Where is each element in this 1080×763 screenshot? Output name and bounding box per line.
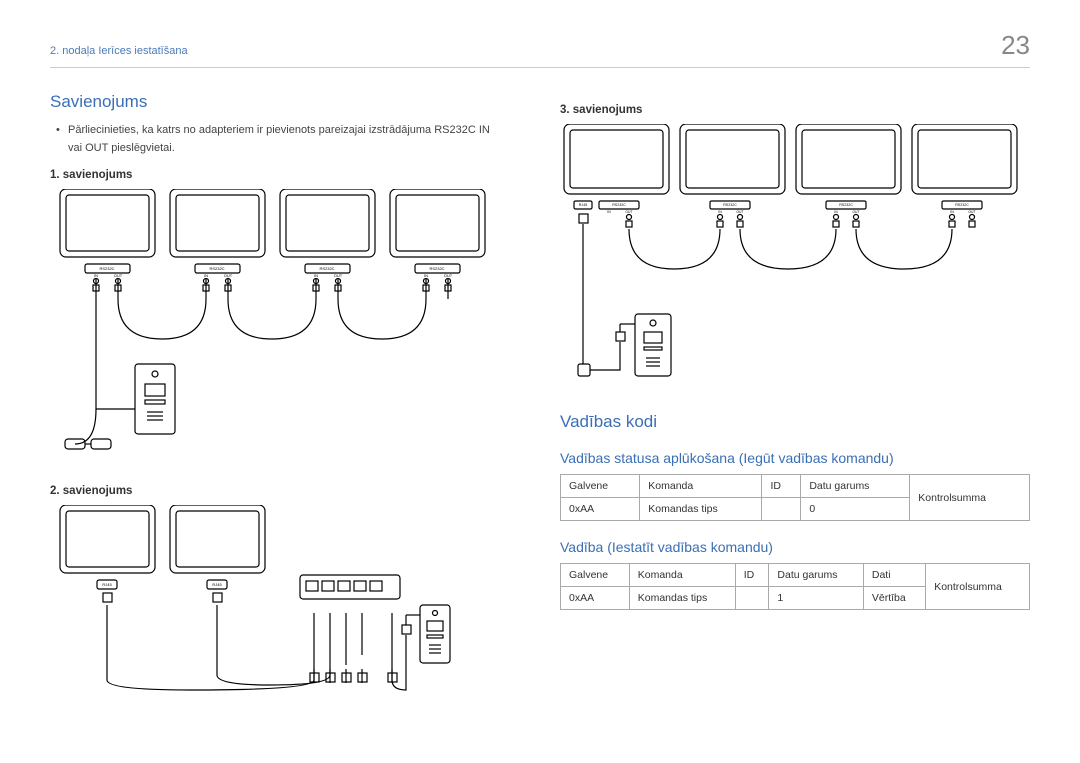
svg-text:OUT: OUT — [736, 210, 743, 214]
right-column: 3. savienojums RJ45 RS232C IN OUT — [560, 92, 1030, 711]
cell: Komanda — [629, 564, 735, 587]
svg-text:OUT: OUT — [224, 273, 233, 278]
cell: 1 — [769, 587, 863, 610]
connection-2-diagram: RJ45 RJ45 — [50, 505, 500, 695]
section-savienojums: Savienojums — [50, 92, 500, 112]
left-column: Savienojums Pārliecinieties, ka katrs no… — [50, 92, 500, 711]
svg-text:IN: IN — [94, 273, 98, 278]
svg-text:RJ45: RJ45 — [212, 582, 222, 587]
page-header: 2. nodaļa Ierīces iestatīšana 23 — [50, 30, 1030, 68]
svg-text:RS232C: RS232C — [429, 266, 444, 271]
cell — [735, 587, 769, 610]
connection-3-diagram: RJ45 RS232C IN OUT RS232C IN OUT — [560, 124, 1030, 394]
cell — [762, 498, 801, 521]
svg-text:IN: IN — [424, 273, 428, 278]
cell: 0xAA — [561, 587, 630, 610]
svg-text:RS232C: RS232C — [319, 266, 334, 271]
cell: ID — [735, 564, 769, 587]
cell: Komanda — [640, 475, 762, 498]
cell: 0xAA — [561, 498, 640, 521]
table-row: Galvene Komanda ID Datu garums Kontrolsu… — [561, 475, 1030, 498]
instruction-bullet: Pārliecinieties, ka katrs no adapteriem … — [50, 122, 500, 157]
svg-text:IN: IN — [834, 210, 838, 214]
svg-text:IN: IN — [950, 210, 954, 214]
subsection-set-command: Vadība (Iestatīt vadības komandu) — [560, 539, 1030, 555]
svg-text:IN: IN — [204, 273, 208, 278]
cell: Datu garums — [769, 564, 863, 587]
cell: Galvene — [561, 564, 630, 587]
cell: Kontrolsumma — [910, 475, 1030, 521]
subsection-get-command: Vadības statusa aplūkošana (Iegūt vadība… — [560, 450, 1030, 466]
cell: Galvene — [561, 475, 640, 498]
svg-text:RS232C: RS232C — [99, 266, 114, 271]
cell: Dati — [863, 564, 925, 587]
cell: ID — [762, 475, 801, 498]
svg-text:OUT: OUT — [852, 210, 859, 214]
cell: Komandas tips — [640, 498, 762, 521]
svg-text:IN: IN — [718, 210, 722, 214]
svg-text:IN: IN — [607, 210, 611, 214]
svg-text:OUT: OUT — [334, 273, 343, 278]
svg-text:RS232C: RS232C — [839, 203, 853, 207]
svg-text:OUT: OUT — [968, 210, 975, 214]
cell: 0 — [801, 498, 910, 521]
svg-text:RJ45: RJ45 — [102, 582, 112, 587]
svg-text:RS232C: RS232C — [723, 203, 737, 207]
svg-text:RJ45: RJ45 — [579, 203, 587, 207]
connection-1-label: 1. savienojums — [50, 169, 500, 181]
connection-1-diagram: RS232C IN OUT RS232C IN OUT — [50, 189, 500, 469]
table-get-command: Galvene Komanda ID Datu garums Kontrolsu… — [560, 474, 1030, 521]
cell: Kontrolsumma — [926, 564, 1030, 610]
svg-text:RS232C: RS232C — [612, 203, 626, 207]
table-set-command: Galvene Komanda ID Datu garums Dati Kont… — [560, 563, 1030, 610]
page-number: 23 — [1001, 30, 1030, 61]
connection-3-label: 3. savienojums — [560, 104, 1030, 116]
svg-text:OUT: OUT — [114, 273, 123, 278]
cell: Vērtība — [863, 587, 925, 610]
cell: Komandas tips — [629, 587, 735, 610]
svg-text:OUT: OUT — [444, 273, 453, 278]
section-vadibas-kodi: Vadības kodi — [560, 412, 1030, 432]
svg-text:RS232C: RS232C — [955, 203, 969, 207]
chapter-label: 2. nodaļa Ierīces iestatīšana — [50, 45, 188, 57]
connection-2-label: 2. savienojums — [50, 485, 500, 497]
svg-text:IN: IN — [314, 273, 318, 278]
table-row: Galvene Komanda ID Datu garums Dati Kont… — [561, 564, 1030, 587]
svg-text:RS232C: RS232C — [209, 266, 224, 271]
cell: Datu garums — [801, 475, 910, 498]
svg-text:OUT: OUT — [625, 210, 632, 214]
